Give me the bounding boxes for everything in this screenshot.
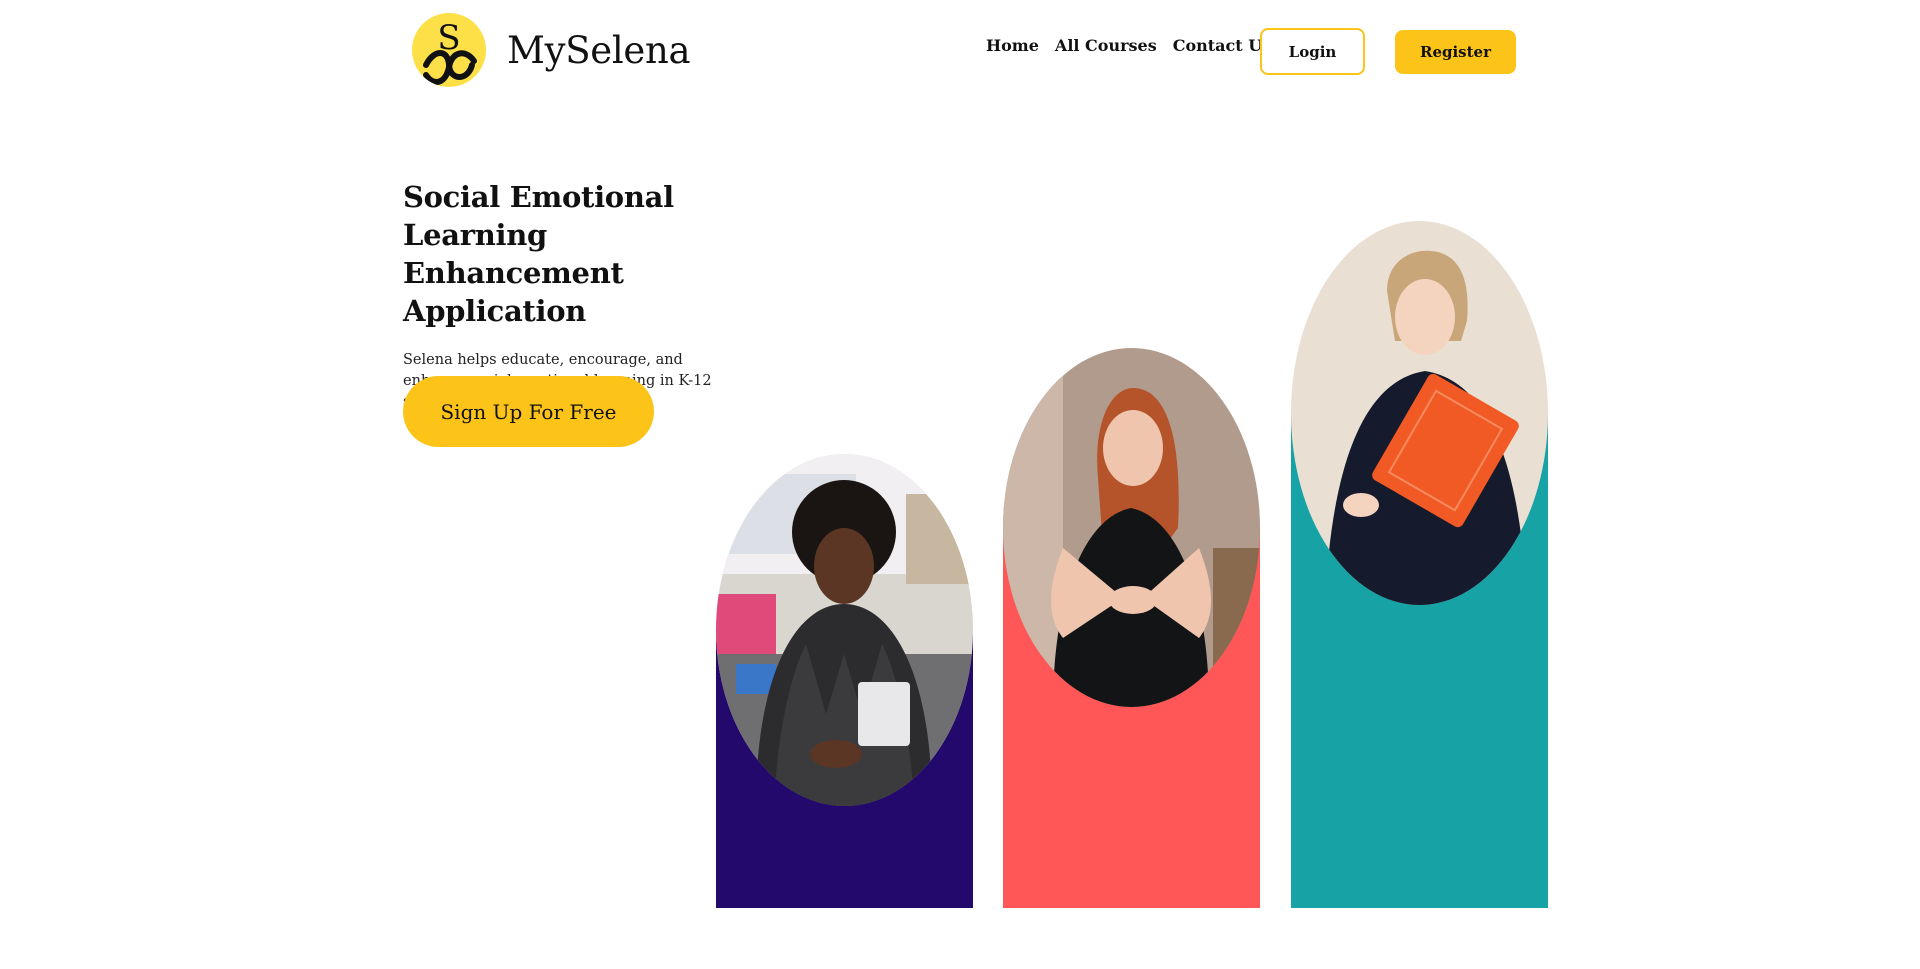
nav-all-courses[interactable]: All Courses	[1055, 36, 1157, 55]
svg-text:S: S	[437, 18, 460, 58]
teacher-photo-2	[1003, 348, 1260, 707]
brand-name: MySelena	[507, 28, 691, 72]
nav-home[interactable]: Home	[986, 36, 1039, 55]
login-button[interactable]: Login	[1260, 28, 1365, 75]
main-nav: Home All Courses Contact Us	[986, 36, 1287, 55]
pillar-3	[1291, 221, 1548, 908]
site-header: S MySelena Home All Courses Contact Us L…	[0, 0, 1920, 104]
sign-up-button[interactable]: Sign Up For Free	[403, 376, 654, 447]
teacher-photo-3	[1291, 221, 1548, 605]
logo-icon: S	[412, 13, 486, 87]
brand-link[interactable]: S MySelena	[412, 13, 691, 87]
nav-contact-us[interactable]: Contact Us	[1173, 36, 1271, 55]
teacher-photo-1	[716, 454, 973, 806]
register-button[interactable]: Register	[1395, 30, 1516, 74]
pillar-2	[1003, 348, 1260, 908]
hero-title: Social Emotional Learning Enhancement Ap…	[403, 180, 674, 328]
pillar-1	[716, 454, 973, 908]
